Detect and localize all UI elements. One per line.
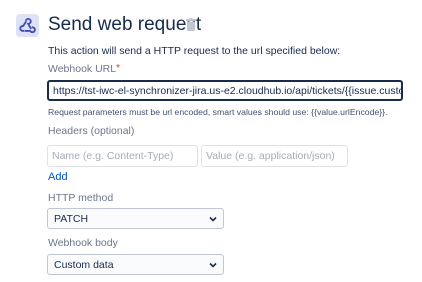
url-encoding-hint: Request parameters must be url encoded, … bbox=[48, 107, 388, 117]
webhook-icon bbox=[19, 18, 36, 34]
page-title: Send web request bbox=[48, 14, 202, 35]
chevron-down-icon bbox=[209, 262, 217, 268]
header-value-input[interactable]: Value (e.g. application/json) bbox=[201, 145, 348, 167]
chevron-down-icon bbox=[209, 216, 217, 222]
add-header-link[interactable]: Add bbox=[48, 171, 68, 183]
webhook-body-value: Custom data bbox=[54, 258, 114, 271]
webhook-body-select[interactable]: Custom data bbox=[47, 254, 224, 275]
webhook-url-input[interactable]: https://tst-iwc-el-synchronizer-jira.us-… bbox=[47, 80, 403, 101]
headers-label: Headers (optional) bbox=[48, 125, 135, 137]
http-method-select[interactable]: PATCH bbox=[47, 208, 224, 229]
webhook-url-label: Webhook URL* bbox=[48, 63, 120, 75]
http-method-value: PATCH bbox=[54, 212, 89, 225]
header-name-input[interactable]: Name (e.g. Content-Type) bbox=[47, 145, 198, 167]
webhook-action-icon bbox=[16, 14, 39, 37]
action-description: This action will send a HTTP request to … bbox=[48, 45, 341, 57]
webhook-body-label: Webhook body bbox=[48, 237, 118, 249]
http-method-label: HTTP method bbox=[48, 192, 114, 204]
required-marker: * bbox=[116, 63, 120, 74]
trash-icon[interactable] bbox=[186, 18, 196, 31]
